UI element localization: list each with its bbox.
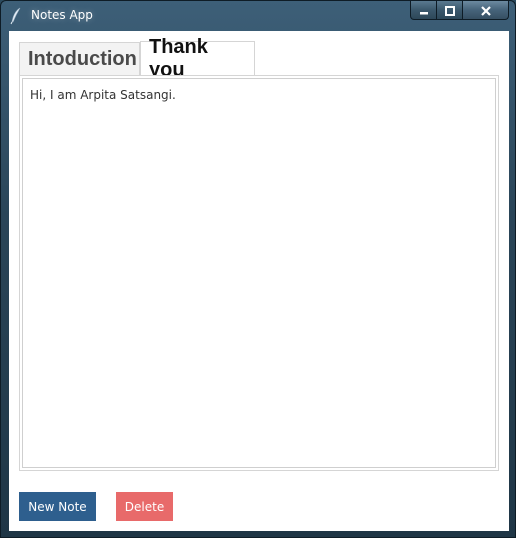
notebook-panel: Hi, I am Arpita Satsangi. (19, 75, 499, 471)
minimize-icon (419, 1, 429, 20)
delete-button[interactable]: Delete (116, 492, 173, 521)
note-text-area[interactable]: Hi, I am Arpita Satsangi. (22, 78, 496, 468)
title-bar[interactable]: Notes App (1, 1, 515, 31)
new-note-button[interactable]: New Note (19, 492, 96, 521)
client-area: Intoduction Thank you Hi, I am Arpita Sa… (9, 31, 509, 531)
tab-intoduction[interactable]: Intoduction (19, 42, 140, 76)
window-controls (410, 1, 509, 20)
minimize-button[interactable] (410, 1, 437, 20)
app-window: Notes App Intoduction Thank you Hi, I am… (0, 0, 516, 538)
feather-pen-icon (9, 7, 23, 25)
tab-thank-you[interactable]: Thank you (140, 36, 255, 81)
window-title: Notes App (31, 8, 93, 22)
maximize-button[interactable] (437, 1, 463, 20)
close-button[interactable] (463, 1, 509, 20)
maximize-icon (444, 1, 455, 20)
close-icon (480, 1, 492, 20)
